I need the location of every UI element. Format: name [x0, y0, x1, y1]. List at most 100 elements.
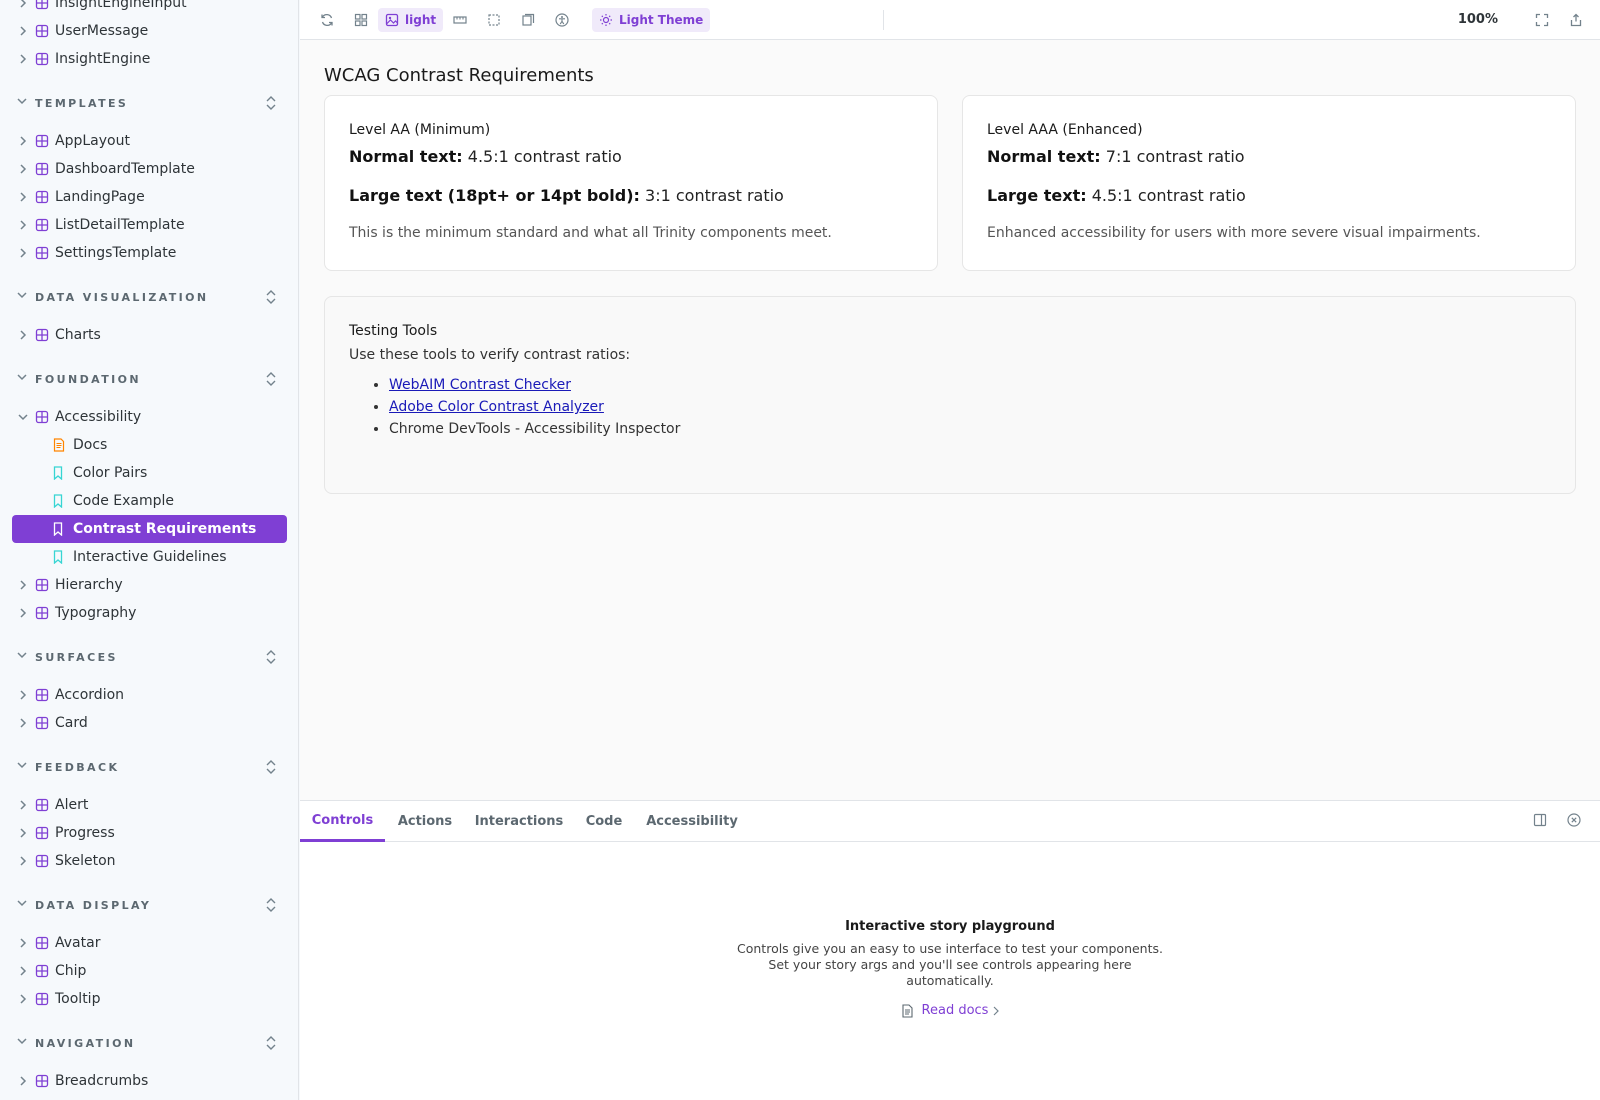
section-data-visualization[interactable]: DATA VISUALIZATION	[0, 273, 298, 321]
section-templates[interactable]: TEMPLATES	[0, 79, 298, 127]
section-surfaces[interactable]: SURFACES	[0, 633, 298, 681]
chevron-right-icon	[17, 965, 29, 977]
sidebar-item-skeleton[interactable]: Skeleton	[0, 847, 298, 875]
component-icon	[35, 688, 49, 702]
expand-collapse-icon[interactable]	[264, 371, 280, 387]
sidebar-item-settingstemplate[interactable]: SettingsTemplate	[0, 239, 298, 267]
section-navigation[interactable]: NAVIGATION	[0, 1019, 298, 1067]
tools-list: WebAIM Contrast Checker Adobe Color Cont…	[389, 377, 1551, 437]
viewport-icon[interactable]	[516, 8, 540, 32]
sidebar-item-breadcrumbs[interactable]: Breadcrumbs	[0, 1067, 298, 1095]
component-icon	[35, 1074, 49, 1088]
chevron-right-icon	[17, 717, 29, 729]
sidebar-item-accordion[interactable]: Accordion	[0, 681, 298, 709]
story-canvas: WCAG Contrast Requirements Level AA (Min…	[300, 40, 1600, 800]
rule-value: 7:1 contrast ratio	[1100, 147, 1245, 166]
expand-collapse-icon[interactable]	[264, 289, 280, 305]
tab-actions[interactable]: Actions	[385, 801, 465, 842]
sidebar-item-listdetailtemplate[interactable]: ListDetailTemplate	[0, 211, 298, 239]
sidebar-item-code-example[interactable]: Code Example	[0, 487, 298, 515]
card-heading: Level AA (Minimum)	[349, 122, 491, 138]
empty-text: Controls give you an easy to use interfa…	[737, 941, 1163, 988]
accessibility-icon[interactable]	[550, 8, 574, 32]
sidebar-item-accessibility[interactable]: Accessibility	[0, 403, 298, 431]
grid-icon[interactable]	[349, 8, 373, 32]
tab-controls[interactable]: Controls	[300, 801, 385, 842]
expand-collapse-icon[interactable]	[264, 759, 280, 775]
sidebar-item-footer[interactable]: Footer	[0, 1095, 298, 1100]
document-icon	[52, 438, 66, 452]
section-feedback[interactable]: FEEDBACK	[0, 743, 298, 791]
sidebar-item-tooltip[interactable]: Tooltip	[0, 985, 298, 1013]
sidebar: InsightEngineInput UserMessage InsightEn…	[0, 0, 299, 1100]
sidebar-item-insightengine[interactable]: InsightEngine	[0, 45, 298, 73]
panel-layout-icon[interactable]	[1533, 813, 1549, 829]
sidebar-item-interactive-guidelines[interactable]: Interactive Guidelines	[0, 543, 298, 571]
chevron-down-icon	[17, 651, 29, 663]
sidebar-item-hierarchy[interactable]: Hierarchy	[0, 571, 298, 599]
bookmark-icon	[52, 550, 66, 564]
sidebar-item-applayout[interactable]: AppLayout	[0, 127, 298, 155]
component-icon	[35, 826, 49, 840]
chevron-down-icon	[17, 761, 29, 773]
sidebar-item-progress[interactable]: Progress	[0, 819, 298, 847]
sidebar-item-usermessage[interactable]: UserMessage	[0, 17, 298, 45]
sidebar-item-dashboardtemplate[interactable]: DashboardTemplate	[0, 155, 298, 183]
expand-collapse-icon[interactable]	[264, 1035, 280, 1051]
sidebar-item-label: Alert	[55, 797, 89, 813]
ruler-icon[interactable]	[448, 8, 472, 32]
rule-value: 4.5:1 contrast ratio	[1086, 186, 1246, 205]
outline-icon[interactable]	[482, 8, 506, 32]
background-button[interactable]: light	[378, 8, 444, 32]
rule-label: Normal text:	[987, 147, 1101, 166]
chevron-down-icon	[17, 411, 29, 423]
card-heading: Level AAA (Enhanced)	[987, 122, 1143, 138]
webaim-link[interactable]: WebAIM Contrast Checker	[389, 377, 571, 393]
sidebar-item-avatar[interactable]: Avatar	[0, 929, 298, 957]
reload-icon[interactable]	[315, 8, 339, 32]
theme-button[interactable]: Light Theme	[592, 8, 711, 32]
sidebar-item-label: Skeleton	[55, 853, 116, 869]
expand-collapse-icon[interactable]	[264, 897, 280, 913]
adobe-link[interactable]: Adobe Color Contrast Analyzer	[389, 399, 604, 415]
card-heading: Testing Tools	[349, 323, 438, 339]
tab-interactions[interactable]: Interactions	[465, 801, 573, 842]
sidebar-item-label: Interactive Guidelines	[73, 549, 227, 565]
sidebar-item-insightengineinput[interactable]: InsightEngineInput	[0, 0, 298, 17]
sidebar-item-contrast-requirements[interactable]: Contrast Requirements	[12, 515, 287, 543]
component-icon	[35, 410, 49, 424]
section-title: FEEDBACK	[35, 760, 120, 774]
share-icon[interactable]	[1564, 8, 1588, 32]
sidebar-item-card[interactable]: Card	[0, 709, 298, 737]
fullscreen-icon[interactable]	[1530, 8, 1554, 32]
sidebar-item-label: Code Example	[73, 493, 175, 509]
chevron-right-icon	[17, 937, 29, 949]
expand-collapse-icon[interactable]	[264, 95, 280, 111]
component-icon	[35, 936, 49, 950]
tab-accessibility[interactable]: Accessibility	[635, 801, 749, 842]
sidebar-item-alert[interactable]: Alert	[0, 791, 298, 819]
sidebar-item-label: Card	[55, 715, 88, 731]
chevron-right-icon	[17, 855, 29, 867]
component-icon	[35, 964, 49, 978]
sidebar-item-color-pairs[interactable]: Color Pairs	[0, 459, 298, 487]
close-icon[interactable]	[1567, 813, 1583, 829]
read-docs-link[interactable]: Read docs	[901, 1003, 1000, 1018]
sidebar-item-label: Typography	[55, 605, 137, 621]
addons-tabs: Controls Actions Interactions Code Acces…	[300, 801, 1600, 842]
sidebar-item-docs[interactable]: Docs	[0, 431, 298, 459]
sidebar-item-label: Accessibility	[55, 409, 142, 425]
chevron-right-icon	[17, 579, 29, 591]
tab-code[interactable]: Code	[573, 801, 635, 842]
sidebar-item-typography[interactable]: Typography	[0, 599, 298, 627]
sidebar-item-charts[interactable]: Charts	[0, 321, 298, 349]
zoom-level[interactable]: 100%	[1458, 12, 1498, 27]
section-data-display[interactable]: DATA DISPLAY	[0, 881, 298, 929]
sidebar-item-landingpage[interactable]: LandingPage	[0, 183, 298, 211]
chevron-right-icon	[17, 827, 29, 839]
expand-collapse-icon[interactable]	[264, 649, 280, 665]
sidebar-item-chip[interactable]: Chip	[0, 957, 298, 985]
section-foundation[interactable]: FOUNDATION	[0, 355, 298, 403]
card-description: Enhanced accessibility for users with mo…	[987, 225, 1481, 241]
testing-tools-card: Testing Tools Use these tools to verify …	[324, 296, 1576, 494]
